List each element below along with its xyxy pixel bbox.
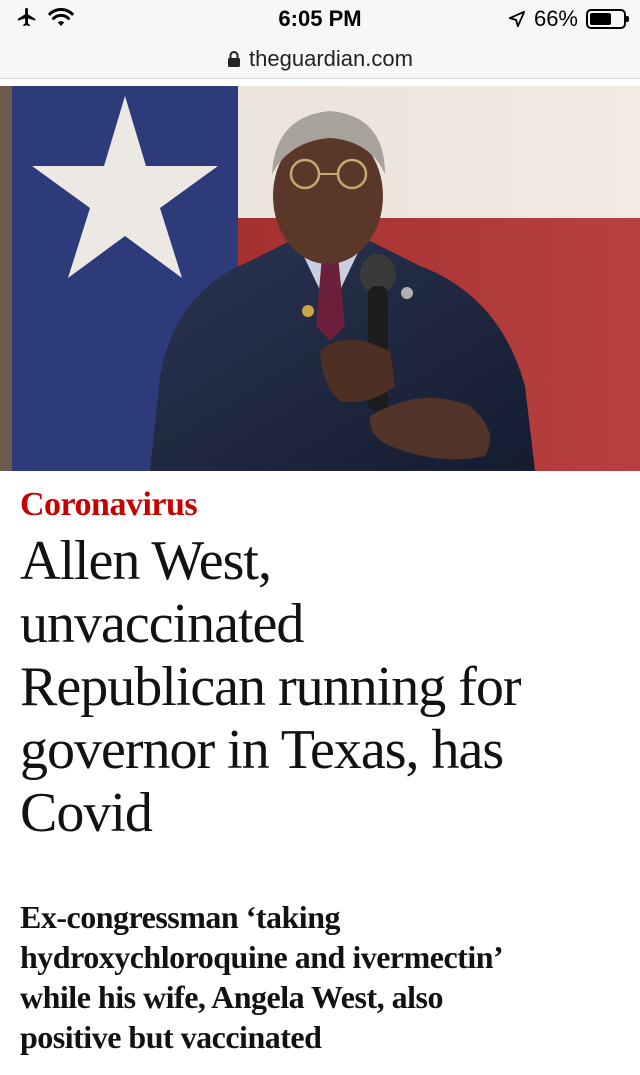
status-right-icons: 66% (508, 6, 629, 32)
hero-photo: i (0, 86, 640, 471)
battery-percent: 66% (533, 6, 578, 31)
battery-icon (586, 9, 629, 29)
battery-level-fill (590, 13, 611, 25)
location-arrow-icon (508, 10, 526, 28)
lock-icon (228, 51, 241, 67)
article-standfirst: Ex-congressman ‘taking hydroxychloroquin… (20, 897, 632, 1057)
battery-nub (626, 16, 629, 22)
standfirst-line: positive but vaccinated (20, 1019, 322, 1055)
headline-line: unvaccinated (20, 593, 304, 655)
url-text[interactable]: theguardian.com (249, 46, 413, 72)
standfirst-line: Ex-congressman ‘taking (20, 899, 340, 935)
headline-line: Covid (20, 782, 153, 844)
section-kicker[interactable]: Coronavirus (20, 486, 198, 524)
standfirst-line: while his wife, Angela West, also (20, 979, 443, 1015)
status-bar: 6:05 PM 66% (0, 0, 640, 40)
standfirst-line: hydroxychloroquine and ivermectin’ (20, 939, 504, 975)
headline-line: Allen West, (20, 530, 272, 592)
headline-line: governor in Texas, has (20, 719, 504, 781)
hero-image (0, 86, 640, 471)
article-headline: Allen West, unvaccinated Republican runn… (20, 530, 630, 845)
headline-line: Republican running for (20, 656, 522, 718)
address-bar[interactable]: theguardian.com (0, 40, 640, 79)
